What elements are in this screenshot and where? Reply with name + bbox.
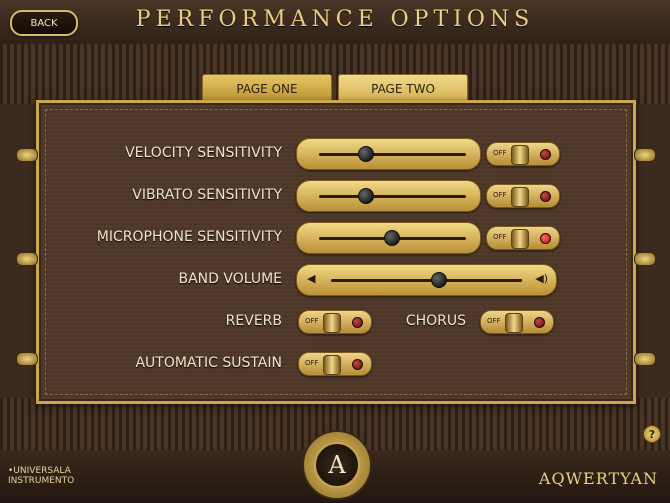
vibrato-sensitivity-label: VIBRATO SENSITIVITY: [132, 187, 282, 203]
brand-left: •UNIVERSALA INSTRUMENTO: [8, 466, 74, 486]
slider-track: [331, 279, 522, 282]
slider-thumb[interactable]: [430, 272, 447, 288]
microphone-toggle[interactable]: OFF: [486, 226, 560, 250]
toggle-lever[interactable]: [505, 313, 523, 333]
off-label: OFF: [493, 149, 507, 157]
slider-track: [319, 153, 466, 156]
status-led: [540, 149, 551, 160]
velocity-sensitivity-label: VELOCITY SENSITIVITY: [125, 145, 282, 161]
status-led: [540, 191, 551, 202]
toggle-lever[interactable]: [511, 187, 529, 207]
rivet-right-3: [634, 352, 656, 366]
slider-track: [319, 195, 466, 198]
reverb-label: REVERB: [225, 313, 282, 329]
rivet-left-2: [16, 252, 38, 266]
help-icon[interactable]: ?: [643, 425, 661, 443]
velocity-sensitivity-slider[interactable]: [296, 138, 481, 170]
microphone-sensitivity-label: MICROPHONE SENSITIVITY: [96, 229, 282, 245]
automatic-sustain-toggle[interactable]: OFF: [298, 352, 372, 376]
brand-left-line2: INSTRUMENTO: [8, 476, 75, 486]
band-volume-label: BAND VOLUME: [178, 271, 282, 287]
tab-page-one[interactable]: PAGE ONE: [202, 74, 332, 103]
rivet-right-1: [634, 148, 656, 162]
off-label: OFF: [493, 191, 507, 199]
page-title: PERFORMANCE OPTIONS: [135, 7, 535, 32]
tab-page-two[interactable]: PAGE TWO: [338, 74, 468, 103]
rivet-left-3: [16, 352, 38, 366]
toggle-lever[interactable]: [511, 229, 529, 249]
velocity-toggle[interactable]: OFF: [486, 142, 560, 166]
slider-thumb[interactable]: [357, 146, 374, 162]
tab-page-two-label: PAGE TWO: [371, 82, 435, 96]
chorus-toggle[interactable]: OFF: [480, 310, 554, 334]
brand-right: AQWERTYAN: [538, 469, 658, 488]
toggle-lever[interactable]: [511, 145, 529, 165]
logo-icon[interactable]: A: [302, 430, 372, 500]
microphone-sensitivity-slider[interactable]: [296, 222, 481, 254]
tab-page-one-label: PAGE ONE: [236, 82, 298, 96]
off-label: OFF: [487, 317, 501, 325]
speaker-high-icon: ◀): [535, 272, 548, 285]
slider-thumb[interactable]: [357, 188, 374, 204]
logo-letter: A: [314, 442, 360, 488]
rivet-left-1: [16, 148, 38, 162]
automatic-sustain-label: AUTOMATIC SUSTAIN: [135, 355, 282, 371]
vibrato-toggle[interactable]: OFF: [486, 184, 560, 208]
brand-left-line1: •UNIVERSALA: [8, 466, 71, 476]
off-label: OFF: [305, 317, 319, 325]
toggle-lever[interactable]: [323, 313, 341, 333]
decorative-stripes-top: [0, 44, 670, 104]
toggle-lever[interactable]: [323, 355, 341, 375]
slider-thumb[interactable]: [384, 230, 401, 246]
off-label: OFF: [493, 233, 507, 241]
speaker-low-icon: ◀: [307, 272, 316, 285]
status-led: [352, 317, 363, 328]
reverb-toggle[interactable]: OFF: [298, 310, 372, 334]
off-label: OFF: [305, 359, 319, 367]
status-led: [534, 317, 545, 328]
chorus-label: CHORUS: [405, 313, 466, 329]
status-led: [352, 359, 363, 370]
rivet-right-2: [634, 252, 656, 266]
header-bar: BACK PERFORMANCE OPTIONS: [0, 0, 670, 45]
band-volume-slider[interactable]: ◀ ◀): [296, 264, 557, 296]
vibrato-sensitivity-slider[interactable]: [296, 180, 481, 212]
status-led: [540, 233, 551, 244]
